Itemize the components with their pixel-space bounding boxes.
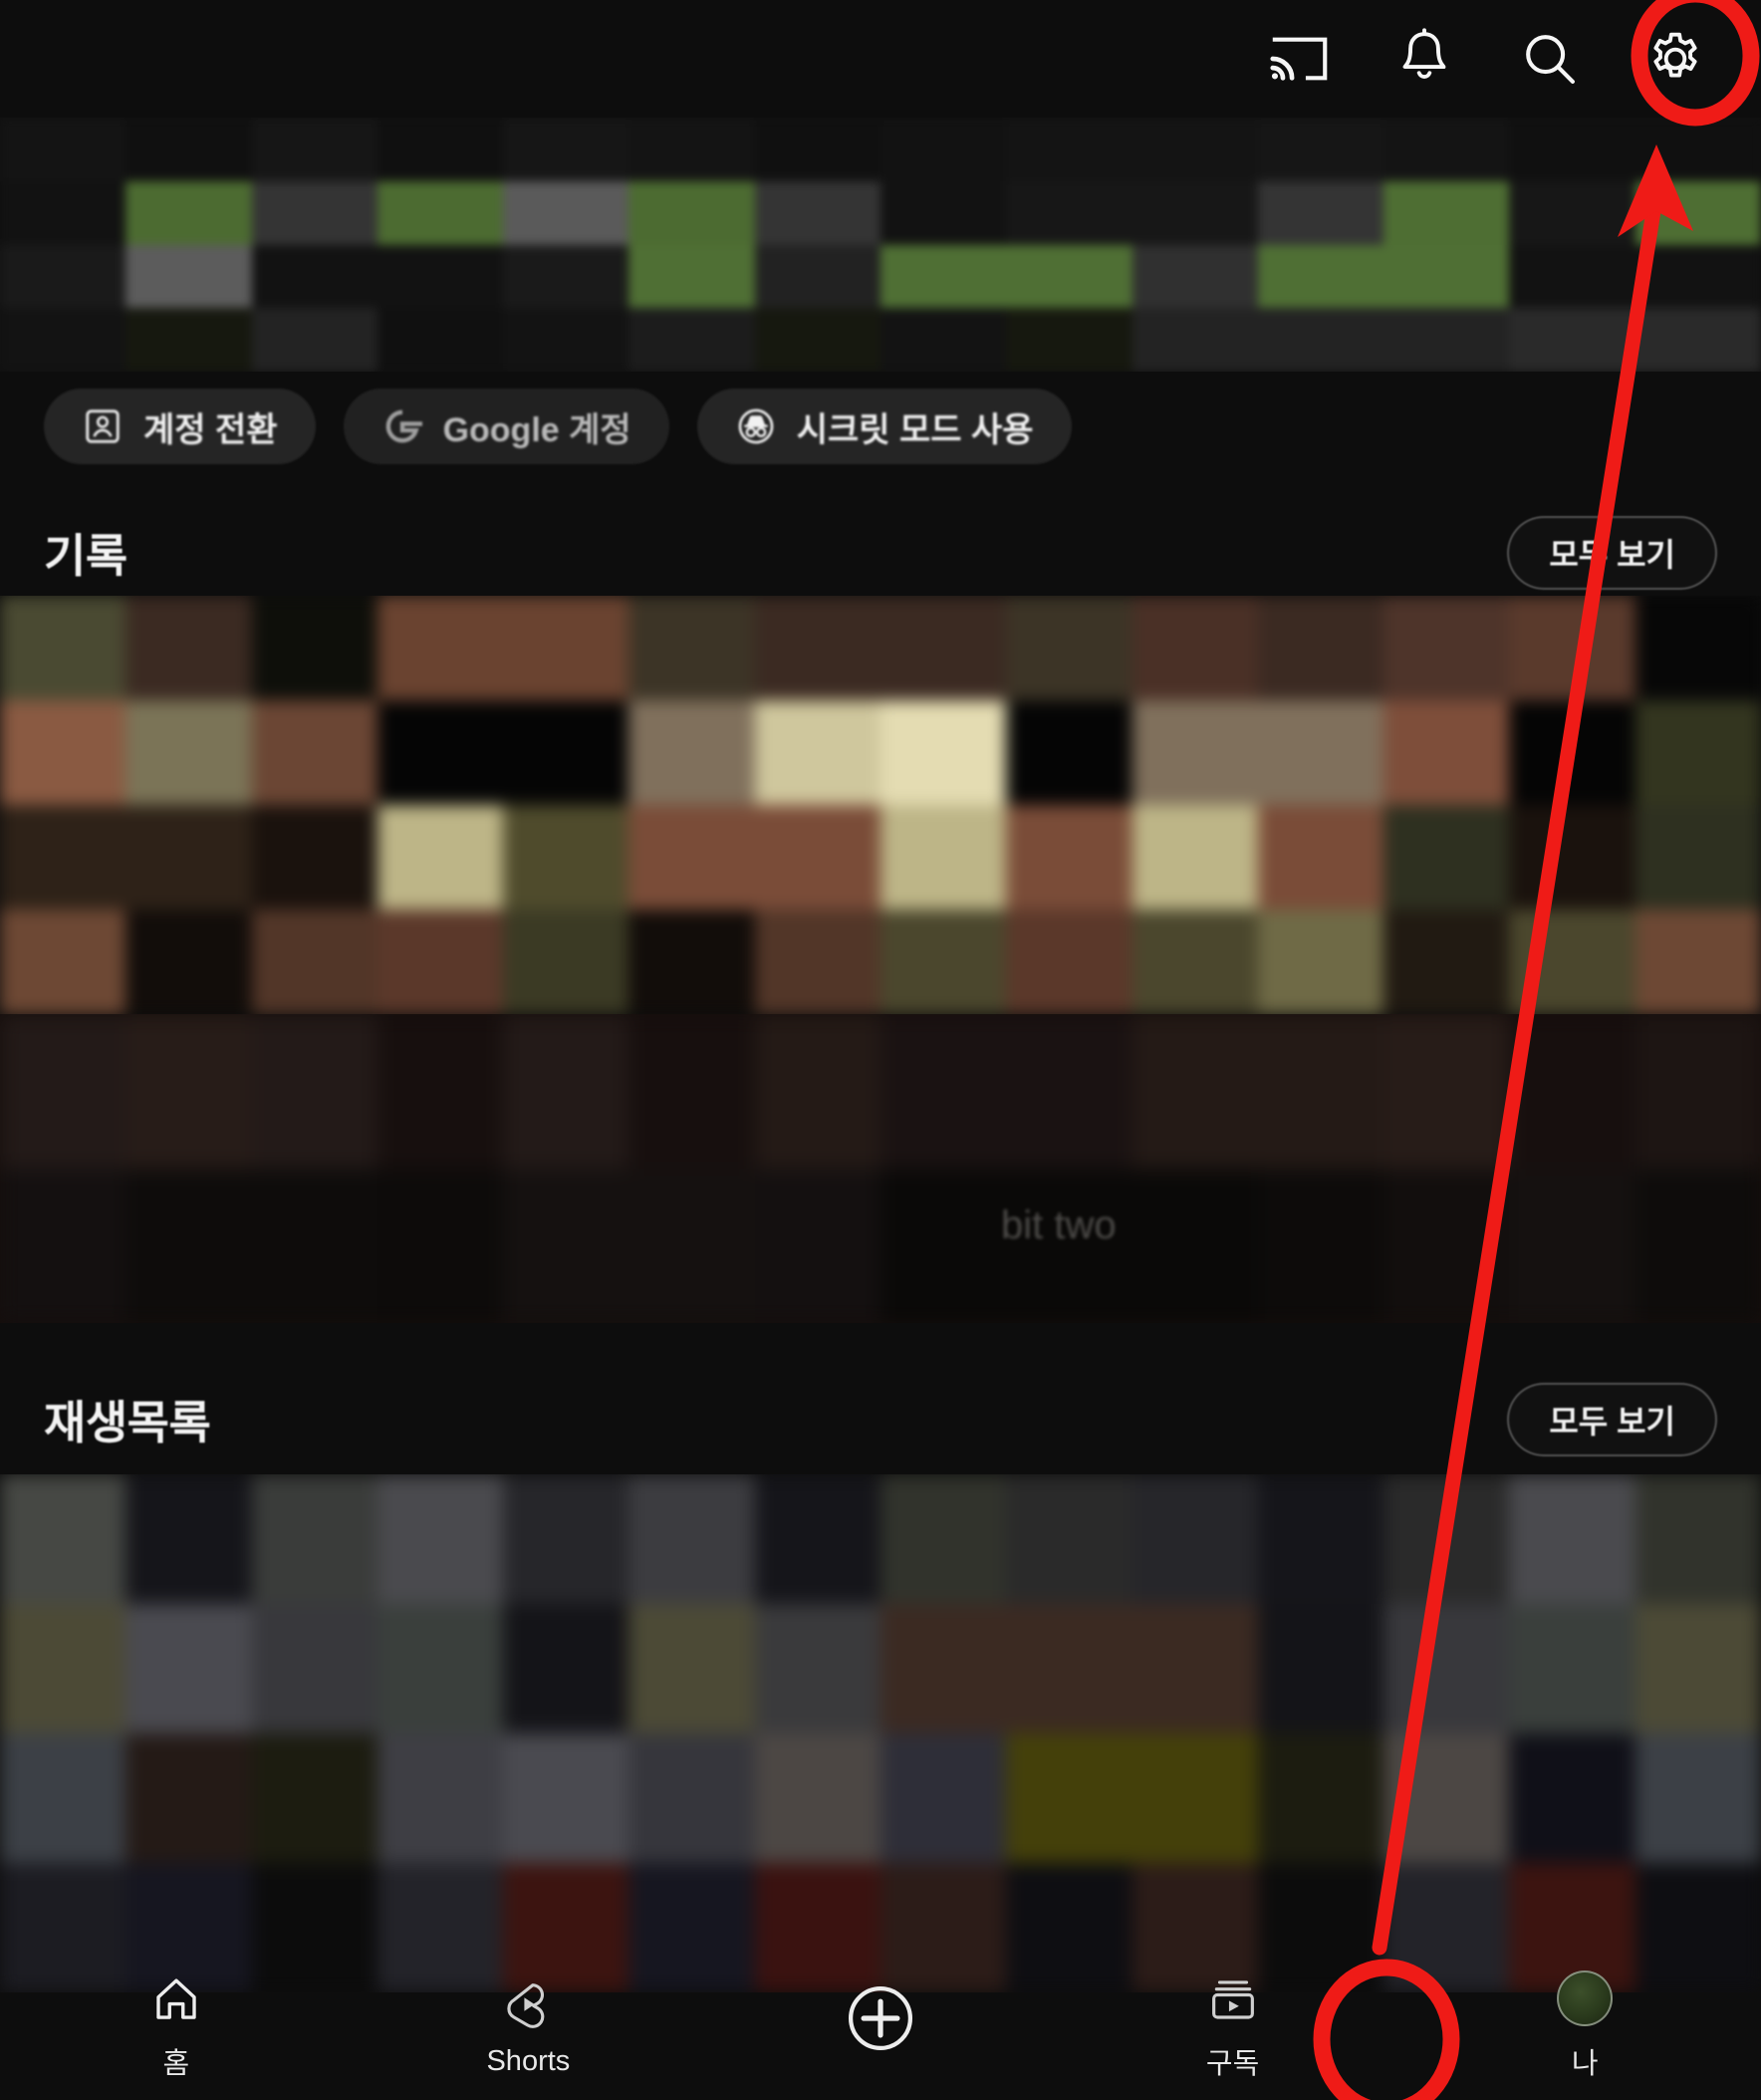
history-item-title: bit two [1001, 1203, 1117, 1247]
plus-circle-icon [842, 1976, 919, 2060]
account-action-chips: 계정 전환 Google 계정 시크릿 모드 사용 [0, 377, 1761, 476]
nav-item-you-label: 나 [1571, 2048, 1599, 2080]
subscriptions-icon [1206, 1969, 1260, 2026]
mosaic-tiles-history-meta [0, 1014, 1761, 1323]
history-meta-row[interactable]: bit two [0, 1014, 1761, 1323]
cast-icon[interactable] [1253, 13, 1345, 105]
chip-switch-account[interactable]: 계정 전환 [44, 389, 316, 464]
switch-account-icon [82, 405, 124, 447]
home-icon [149, 1969, 203, 2026]
avatar-icon [1557, 1969, 1614, 2026]
nav-item-home[interactable]: 홈 [0, 1951, 353, 2100]
nav-item-subscriptions-label: 구독 [1205, 2048, 1260, 2080]
nav-item-create[interactable] [704, 1951, 1057, 2100]
search-icon[interactable] [1504, 13, 1596, 105]
nav-item-shorts[interactable]: Shorts [353, 1951, 705, 2100]
chip-google-account-label: Google 계정 [442, 410, 631, 449]
gear-icon[interactable] [1630, 13, 1721, 105]
mosaic-tiles-playlists [0, 1474, 1761, 1992]
section-header-playlists: 재생목록 모두 보기 [0, 1365, 1761, 1474]
chip-switch-account-label: 계정 전환 [143, 410, 278, 449]
nav-item-subscriptions[interactable]: 구독 [1057, 1951, 1409, 2100]
nav-item-shorts-label: Shorts [486, 2044, 571, 2077]
mosaic-tiles-history [0, 596, 1761, 1014]
nav-item-home-label: 홈 [162, 2048, 190, 2080]
mosaic-tiles-header [0, 118, 1761, 372]
chip-incognito[interactable]: 시크릿 모드 사용 [696, 389, 1072, 464]
incognito-icon [735, 405, 777, 447]
top-app-bar [0, 0, 1761, 118]
section-title-history: 기록 [44, 530, 127, 582]
bell-icon[interactable] [1379, 13, 1470, 105]
see-all-history-button[interactable]: 모두 보기 [1507, 516, 1717, 590]
section-header-history: 기록 모두 보기 [0, 498, 1761, 608]
nav-item-you[interactable]: 나 [1408, 1951, 1761, 2100]
history-thumbnails-pixelated[interactable] [0, 596, 1761, 1014]
playlist-thumbnails-pixelated[interactable] [0, 1474, 1761, 1992]
shorts-icon [501, 1973, 555, 2031]
account-banner-pixelated [0, 118, 1761, 372]
section-title-playlists: 재생목록 [44, 1397, 211, 1448]
chip-incognito-label: 시크릿 모드 사용 [796, 410, 1034, 449]
google-g-icon [381, 405, 423, 447]
see-all-playlists-button[interactable]: 모두 보기 [1507, 1383, 1717, 1456]
app-root: 계정 전환 Google 계정 시크릿 모드 사용 기록 모두 보기 bit t… [0, 0, 1761, 2100]
bottom-navigation-bar: 홈 Shorts 구독 나 [0, 1951, 1761, 2100]
chip-google-account[interactable]: Google 계정 [343, 389, 669, 464]
